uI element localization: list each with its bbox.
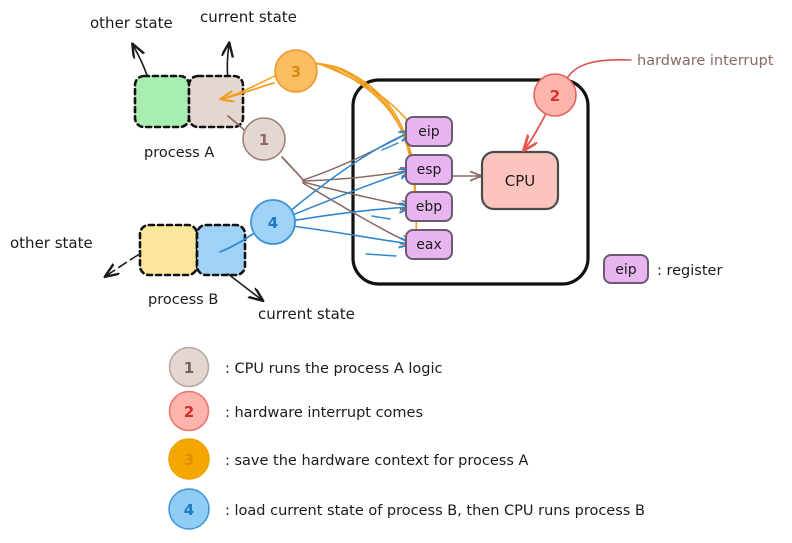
cpu-box-label: CPU	[505, 172, 536, 190]
pointer-other-state-bottom	[106, 254, 139, 276]
process-a-label: process A	[144, 145, 214, 161]
legend-2-text: : hardware interrupt comes	[225, 405, 423, 421]
marker-2-label: 2	[550, 87, 560, 105]
cpu-box: CPU	[480, 150, 560, 211]
legend-2-number: 2	[184, 403, 194, 421]
register-eip: eip	[405, 116, 453, 147]
register-key: eip : register	[603, 254, 722, 284]
legend-3-number: 3	[184, 451, 194, 469]
legend-1-text: : CPU runs the process A logic	[225, 361, 442, 377]
hardware-interrupt-annotation: hardware interrupt	[567, 53, 774, 78]
marker-2: 2	[533, 73, 577, 117]
register-eax: eax	[405, 229, 453, 260]
legend-3-text: : save the hardware context for process …	[225, 453, 528, 469]
context-switch-diagram: other state current state process A proc…	[10, 8, 774, 530]
marker-3-label: 3	[291, 63, 301, 81]
register-eax-label: eax	[416, 237, 441, 253]
pointer-current-state-bottom	[227, 273, 262, 300]
marker-3: 3	[274, 49, 318, 93]
marker-1-label: 1	[259, 131, 269, 149]
label-other-state-bottom: other state	[10, 234, 93, 252]
label-current-state-bottom: current state	[258, 305, 355, 323]
marker-4: 4	[250, 199, 296, 245]
process-b-label: process B	[148, 292, 218, 308]
register-key-text: : register	[657, 263, 722, 279]
hardware-interrupt-label: hardware interrupt	[637, 53, 774, 69]
register-eip-label: eip	[418, 124, 440, 140]
legend-4-text: : load current state of process B, then …	[225, 503, 645, 519]
legend-row-4: 4 : load current state of process B, the…	[168, 488, 645, 530]
label-other-state-top: other state	[90, 14, 173, 32]
process-a-group: process A	[133, 74, 245, 161]
marker-1: 1	[242, 117, 286, 161]
legend-row-3: 3 : save the hardware context for proces…	[168, 438, 528, 480]
register-ebp-label: ebp	[416, 199, 443, 215]
legend-row-1: 1 : CPU runs the process A logic	[168, 346, 442, 388]
legend-1-number: 1	[184, 359, 194, 377]
legend-row-2: 2 : hardware interrupt comes	[168, 390, 423, 432]
register-ebp: ebp	[405, 191, 453, 222]
process-a-current-state-box	[187, 74, 245, 129]
legend-4-number: 4	[184, 501, 194, 519]
process-b-current-state-box	[195, 223, 247, 277]
register-key-sample: eip	[615, 262, 637, 278]
process-b-group: process B	[138, 223, 247, 308]
marker-4-label: 4	[268, 214, 278, 232]
register-esp: esp	[405, 154, 453, 185]
label-current-state-top: current state	[200, 8, 297, 26]
register-esp-label: esp	[417, 162, 442, 178]
process-b-other-state-box	[138, 223, 199, 277]
process-a-other-state-box	[133, 74, 191, 129]
